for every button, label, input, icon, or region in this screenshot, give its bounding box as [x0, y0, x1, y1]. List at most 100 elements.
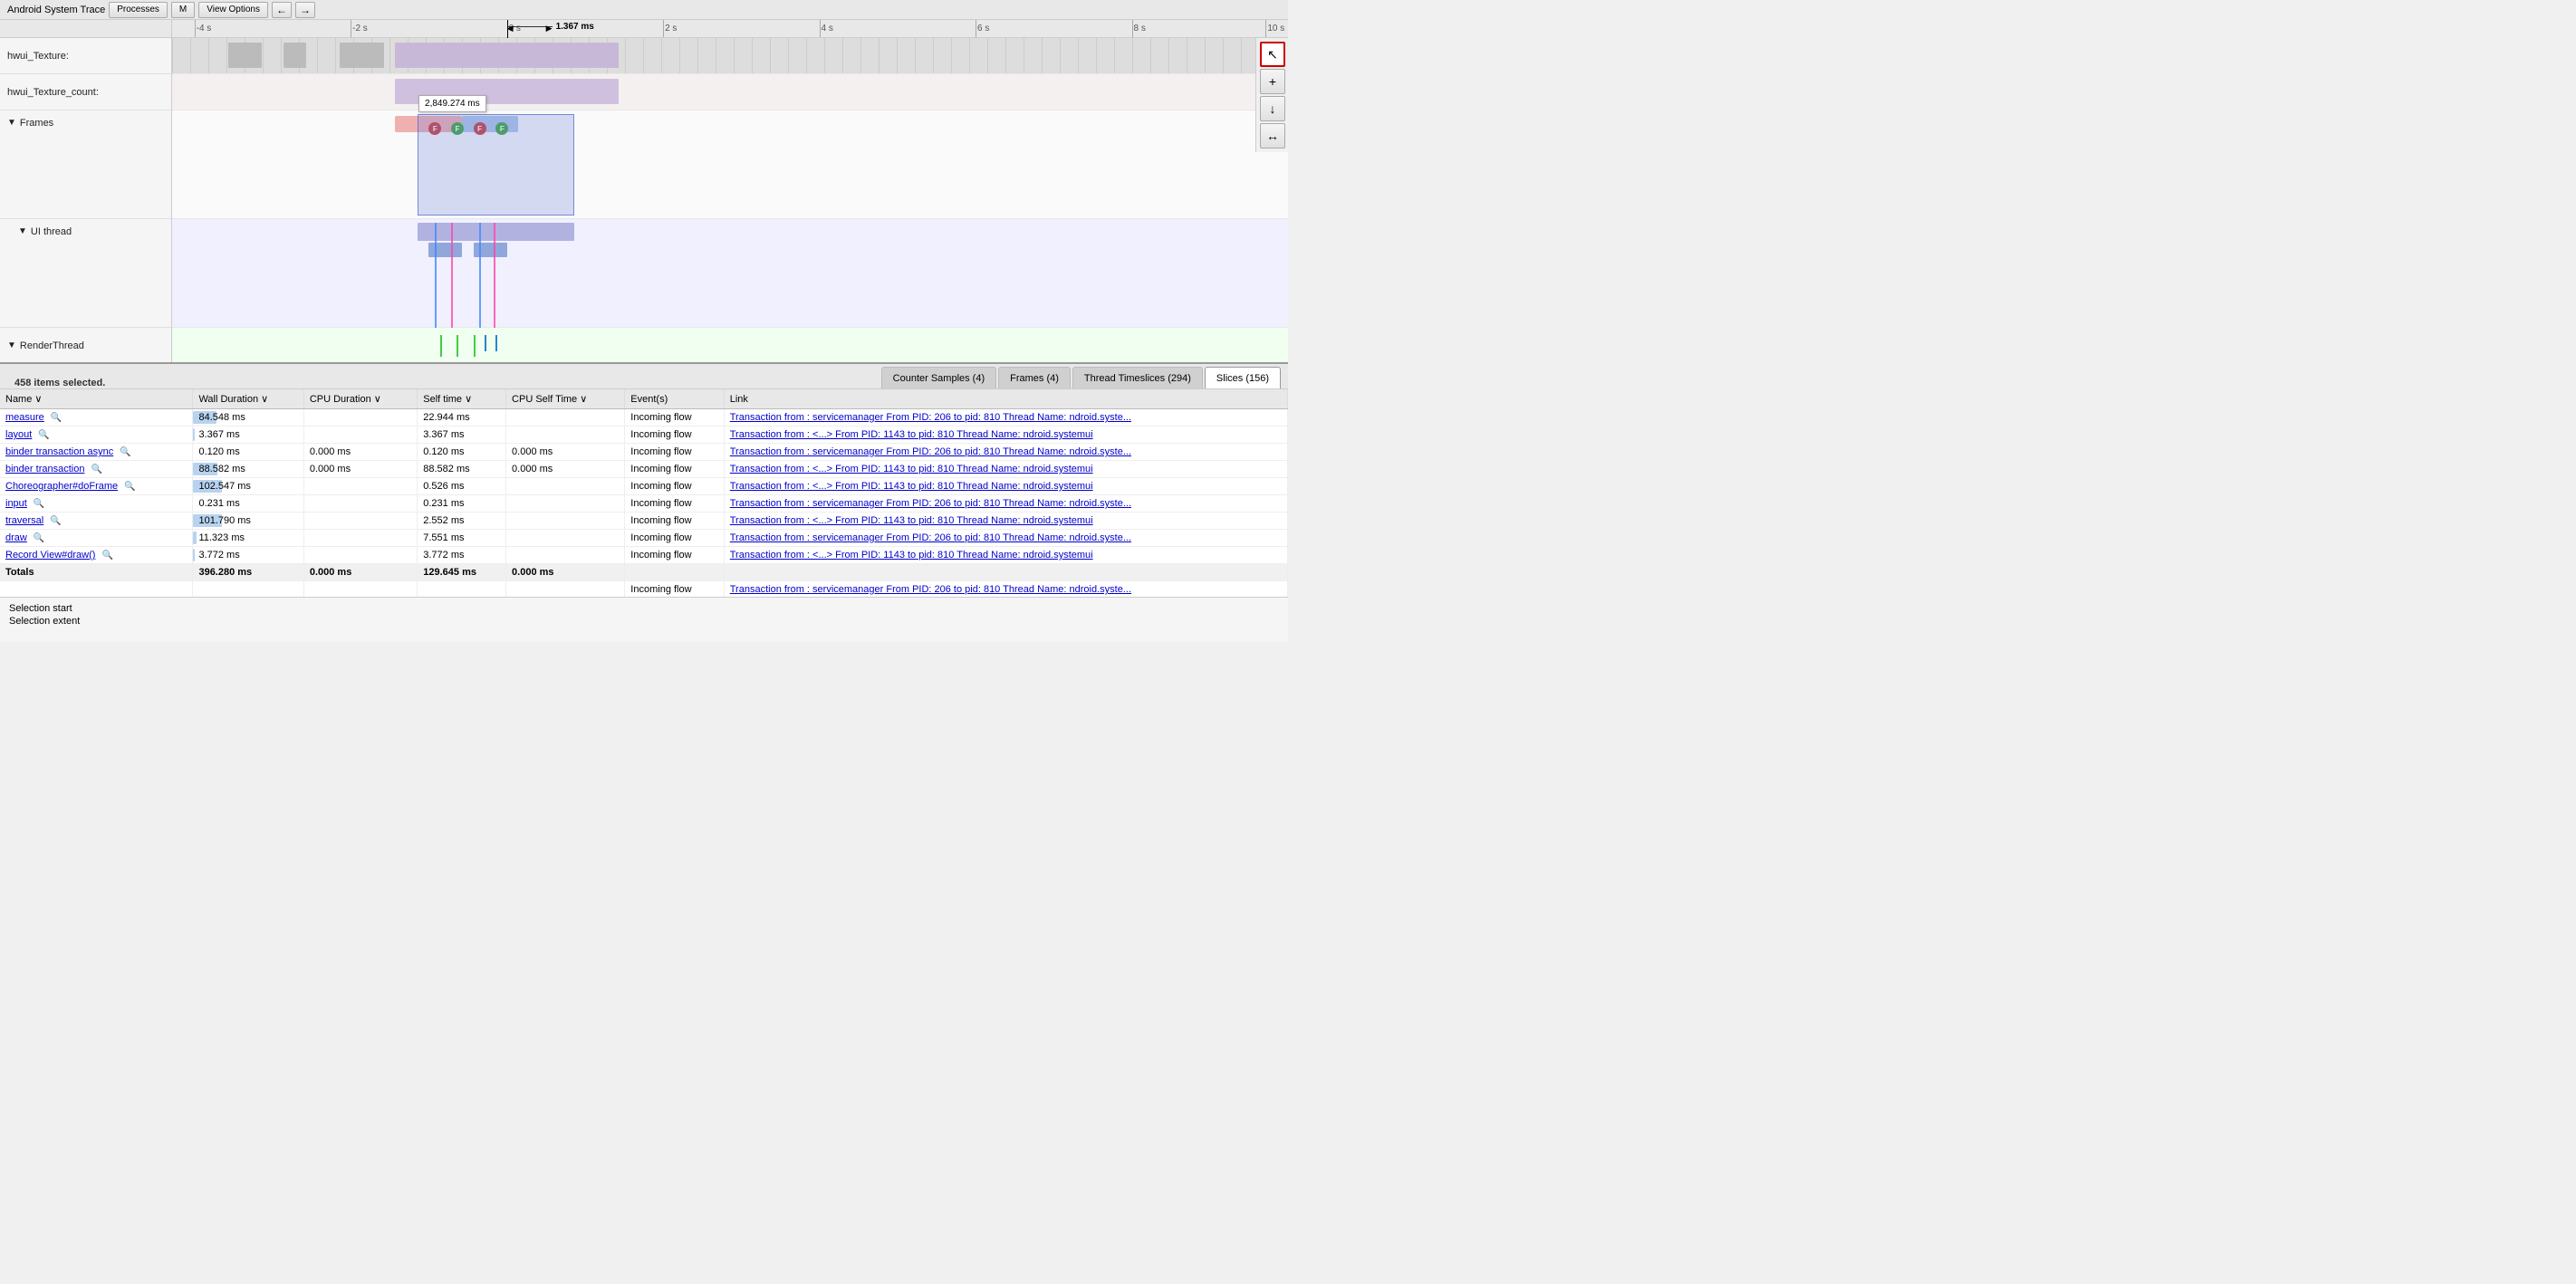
selection-box[interactable]: 2,849.274 ms: [418, 114, 573, 216]
events-cell: Incoming flow: [625, 513, 724, 530]
wall-duration-cell: 396.280 ms: [193, 564, 303, 581]
bottom-panel: 458 items selected. Counter Samples (4) …: [0, 364, 1288, 642]
track-render-thread: ▼ RenderThread: [0, 328, 171, 362]
table-row: Totals396.280 ms0.000 ms129.645 ms0.000 …: [0, 564, 1288, 581]
col-cpu-self[interactable]: CPU Self Time ∨: [506, 389, 625, 409]
link-cell[interactable]: Transaction from : servicemanager From P…: [724, 530, 1287, 547]
processes-button[interactable]: Processes: [109, 2, 168, 18]
link-cell[interactable]: Transaction from : <...> From PID: 1143 …: [724, 547, 1287, 564]
link-cell[interactable]: Transaction from : <...> From PID: 1143 …: [724, 426, 1287, 444]
tab-slices[interactable]: Slices (156): [1205, 367, 1281, 388]
tab-thread-timeslices[interactable]: Thread Timeslices (294): [1072, 367, 1203, 388]
events-cell: Incoming flow: [625, 495, 724, 513]
row-name-link[interactable]: layout: [5, 429, 32, 440]
self-time-cell: 2.552 ms: [418, 513, 506, 530]
search-icon[interactable]: 🔍: [124, 482, 135, 492]
row-name-link[interactable]: traversal: [5, 515, 43, 526]
col-self-time[interactable]: Self time ∨: [418, 389, 506, 409]
self-time-cell: 22.944 ms: [418, 409, 506, 426]
table-row: layout 🔍 3.367 ms3.367 msIncoming flowTr…: [0, 426, 1288, 444]
time-ruler: -4 s -2 s 0 s 2 s 4 s 6 s 8 s 10 s ◀ ▶ 1…: [172, 20, 1288, 38]
zoom-out-button[interactable]: ↓: [1260, 96, 1285, 121]
cpu-self-time-cell: 0.000 ms: [506, 564, 625, 581]
row-name-link[interactable]: Choreographer#doFrame: [5, 481, 118, 492]
row-name-link[interactable]: binder transaction async: [5, 446, 113, 457]
track-names: hwui_Texture: hwui_Texture_count: ▼ Fram…: [0, 20, 172, 362]
events-cell: Incoming flow: [625, 547, 724, 564]
cpu-duration-cell: [303, 409, 417, 426]
nav-back-button[interactable]: ←: [272, 2, 292, 18]
row-name-link[interactable]: binder transaction: [5, 464, 84, 474]
link-cell[interactable]: Transaction from : servicemanager From P…: [724, 495, 1287, 513]
search-icon[interactable]: 🔍: [38, 430, 49, 440]
toolbar: Android System Trace Processes M View Op…: [0, 0, 1288, 20]
table-row: Record View#draw() 🔍 3.772 ms3.772 msInc…: [0, 547, 1288, 564]
search-icon[interactable]: 🔍: [34, 533, 44, 543]
zoom-in-button[interactable]: +: [1260, 69, 1285, 94]
table-row: binder transaction 🔍 88.582 ms0.000 ms88…: [0, 461, 1288, 478]
search-icon[interactable]: 🔍: [91, 465, 102, 474]
cpu-duration-cell: 0.000 ms: [303, 444, 417, 461]
selection-info: 458 items selected.: [7, 378, 879, 388]
cpu-self-time-cell: [506, 426, 625, 444]
wall-duration-cell: 101.790 ms: [193, 513, 303, 530]
arrow-icon: ▼: [7, 340, 16, 350]
cpu-duration-cell: [303, 530, 417, 547]
col-name[interactable]: Name ∨: [0, 389, 193, 409]
col-link[interactable]: Link: [724, 389, 1287, 409]
row-name-link[interactable]: measure: [5, 412, 44, 423]
track-row-render-thread: [172, 328, 1288, 362]
app-title: Android System Trace: [7, 5, 105, 15]
tab-frames[interactable]: Frames (4): [998, 367, 1071, 388]
cpu-self-time-cell: [506, 530, 625, 547]
search-icon[interactable]: 🔍: [120, 447, 130, 457]
search-icon[interactable]: 🔍: [102, 551, 113, 561]
timeline-area[interactable]: -4 s -2 s 0 s 2 s 4 s 6 s 8 s 10 s ◀ ▶ 1…: [172, 20, 1288, 362]
wall-duration-cell: 88.582 ms: [193, 461, 303, 478]
cpu-self-time-cell: [506, 478, 625, 495]
fit-button[interactable]: ↔: [1260, 123, 1285, 149]
track-row-ui-thread: [172, 219, 1288, 328]
link-cell[interactable]: Transaction from : servicemanager From P…: [724, 581, 1287, 598]
cpu-duration-cell: [303, 426, 417, 444]
wall-duration-cell: 11.323 ms: [193, 530, 303, 547]
events-cell: Incoming flow: [625, 581, 724, 598]
wall-duration-cell: 102.547 ms: [193, 478, 303, 495]
data-table[interactable]: Name ∨ Wall Duration ∨ CPU Duration ∨ Se…: [0, 389, 1288, 597]
search-icon[interactable]: 🔍: [34, 499, 44, 509]
col-cpu-dur[interactable]: CPU Duration ∨: [303, 389, 417, 409]
search-icon[interactable]: 🔍: [50, 516, 61, 526]
tab-bar: 458 items selected. Counter Samples (4) …: [0, 364, 1288, 389]
link-cell[interactable]: Transaction from : servicemanager From P…: [724, 409, 1287, 426]
view-options-button[interactable]: View Options: [198, 2, 268, 18]
track-hwui-texture-count: hwui_Texture_count:: [0, 74, 171, 110]
row-name-link[interactable]: input: [5, 498, 27, 509]
cpu-self-time-cell: [506, 495, 625, 513]
link-cell[interactable]: Transaction from : <...> From PID: 1143 …: [724, 513, 1287, 530]
cpu-duration-cell: [303, 547, 417, 564]
right-toolbar: ↖ + ↓ ↔: [1255, 38, 1288, 152]
selection-extent-row: Selection extent: [9, 616, 1279, 627]
track-row-hwui-texture: [172, 38, 1288, 74]
link-cell[interactable]: Transaction from : <...> From PID: 1143 …: [724, 461, 1287, 478]
arrow-icon: ▼: [7, 118, 16, 128]
table-row: Incoming flowTransaction from : servicem…: [0, 581, 1288, 598]
col-events[interactable]: Event(s): [625, 389, 724, 409]
m-button[interactable]: M: [171, 2, 195, 18]
cursor-tool-button[interactable]: ↖: [1260, 42, 1285, 67]
row-name-link[interactable]: Record View#draw(): [5, 550, 95, 561]
link-cell[interactable]: [724, 564, 1287, 581]
cpu-self-time-cell: [506, 513, 625, 530]
link-cell[interactable]: Transaction from : servicemanager From P…: [724, 444, 1287, 461]
trace-area: hwui_Texture: hwui_Texture_count: ▼ Fram…: [0, 20, 1288, 364]
search-icon[interactable]: 🔍: [51, 413, 62, 423]
col-wall-dur[interactable]: Wall Duration ∨: [193, 389, 303, 409]
cpu-self-time-cell: [506, 547, 625, 564]
table-row: Choreographer#doFrame 🔍 102.547 ms0.526 …: [0, 478, 1288, 495]
nav-forward-button[interactable]: →: [295, 2, 315, 18]
selection-start-row: Selection start: [9, 603, 1279, 614]
table-row: draw 🔍 11.323 ms7.551 msIncoming flowTra…: [0, 530, 1288, 547]
tab-counter-samples[interactable]: Counter Samples (4): [881, 367, 997, 388]
row-name-link[interactable]: draw: [5, 532, 27, 543]
link-cell[interactable]: Transaction from : <...> From PID: 1143 …: [724, 478, 1287, 495]
